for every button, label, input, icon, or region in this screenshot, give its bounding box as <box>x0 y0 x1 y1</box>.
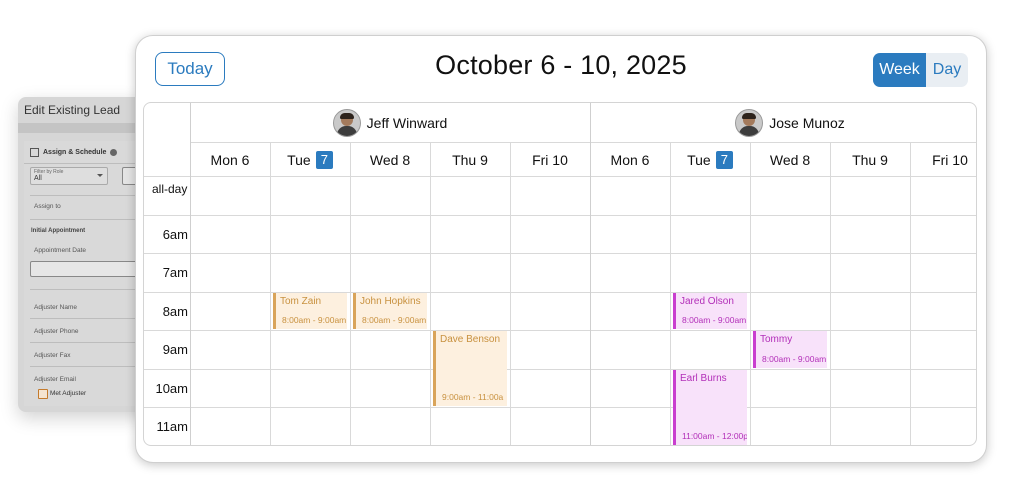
day-of-week: Tue <box>287 152 311 168</box>
resource-header: Jeff Winward <box>190 103 590 142</box>
calendar-icon <box>30 147 39 157</box>
hour-row-divider <box>144 407 976 408</box>
today-button[interactable]: Today <box>155 52 225 86</box>
day-column-divider <box>430 142 431 445</box>
day-header[interactable]: Fri 10 <box>510 143 590 177</box>
event-time: 8:00am - 9:00am <box>282 315 347 325</box>
day-of-week: Thu 9 <box>452 152 488 168</box>
calendar-event[interactable]: Tom Zain 8:00am - 9:00am <box>273 292 347 329</box>
avatar <box>735 108 764 137</box>
day-header[interactable]: Wed 8 <box>750 143 830 177</box>
time-label: 11am <box>156 419 188 434</box>
day-column-divider <box>830 142 831 445</box>
view-toggle: Week Day <box>873 53 968 87</box>
time-label: 8am <box>162 303 188 319</box>
day-of-week: Fri 10 <box>532 152 568 168</box>
assign-to-label: Assign to <box>34 203 61 210</box>
time-label: 7am <box>162 265 188 280</box>
event-time: 8:00am - 9:00am <box>362 315 427 325</box>
day-header[interactable]: Tue 7 <box>270 143 350 177</box>
day-header[interactable]: Thu 9 <box>430 143 510 177</box>
day-of-week: Wed 8 <box>769 152 811 168</box>
day-column-divider <box>910 142 911 445</box>
edit-lead-title: Edit Existing Lead <box>24 103 121 117</box>
day-column-divider <box>750 142 751 445</box>
adjuster-fax-label: Adjuster Fax <box>34 352 71 359</box>
assign-schedule-title: Assign & Schedule <box>43 148 107 156</box>
day-of-week: Wed 8 <box>369 152 411 168</box>
hour-row-divider <box>144 214 976 216</box>
week-view-button[interactable]: Week <box>873 53 926 87</box>
day-of-week: Thu 9 <box>852 152 888 168</box>
calendar-event[interactable]: Earl Burns 11:00am - 12:00p <box>673 369 747 445</box>
hour-row-divider <box>144 368 976 370</box>
calendar-event[interactable]: Dave Benson 9:00am - 11:00a <box>433 331 507 406</box>
day-of-week: Tue <box>687 152 711 168</box>
calendar-event[interactable]: Tommy 8:00am - 9:00am <box>753 331 827 368</box>
initial-appointment-label: Initial Appointment <box>31 228 86 234</box>
adjuster-name-label: Adjuster Name <box>34 304 77 311</box>
day-column-divider <box>670 142 671 445</box>
hour-row-divider <box>144 330 976 331</box>
adjuster-email-label: Adjuster Email <box>34 376 76 383</box>
day-header[interactable]: Thu 9 <box>830 143 910 177</box>
event-title: Jared Olson <box>680 295 734 307</box>
event-title: Tom Zain <box>280 295 322 307</box>
event-time: 9:00am - 11:00a <box>442 392 504 402</box>
day-header[interactable]: Tue 7 <box>670 143 750 177</box>
day-column-divider <box>350 142 351 445</box>
chevron-down-icon <box>97 174 103 177</box>
day-header[interactable]: Fri 10 <box>910 143 976 177</box>
event-title: Earl Burns <box>680 372 727 384</box>
avatar <box>332 108 361 137</box>
time-label: 10am <box>155 380 188 396</box>
event-time: 8:00am - 9:00am <box>762 353 827 364</box>
adjuster-phone-label: Adjuster Phone <box>34 328 79 335</box>
filter-by-role-select[interactable]: Filter by Role All <box>30 167 108 185</box>
date-range-title: October 6 - 10, 2025 <box>435 50 687 80</box>
event-title: John Hopkins <box>360 295 421 307</box>
day-of-week: Mon 6 <box>610 152 650 168</box>
calendar-card: Today October 6 - 10, 2025 Week Day Jeff… <box>135 35 987 463</box>
day-column-divider <box>510 142 511 445</box>
time-label: 9am <box>162 342 188 357</box>
appointment-date-label: Appointment Date <box>34 247 87 254</box>
day-of-week: Fri 10 <box>932 152 968 168</box>
resource-name: Jose Munoz <box>769 114 845 131</box>
help-icon[interactable] <box>110 148 118 156</box>
event-title: Tommy <box>760 334 793 345</box>
day-view-button[interactable]: Day <box>926 53 968 87</box>
calendar-event[interactable]: Jared Olson 8:00am - 9:00am <box>673 292 747 329</box>
day-header[interactable]: Mon 6 <box>590 143 670 177</box>
met-adjuster-checkbox[interactable] <box>38 389 48 399</box>
event-time: 11:00am - 12:00p <box>682 430 747 441</box>
calendar-event[interactable]: John Hopkins 8:00am - 9:00am <box>353 292 427 329</box>
today-date-badge: 7 <box>715 151 733 169</box>
hour-row-divider <box>144 291 976 293</box>
event-time: 8:00am - 9:00am <box>682 315 747 325</box>
day-header[interactable]: Mon 6 <box>190 143 270 177</box>
day-column-divider <box>270 142 271 445</box>
filter-value: All <box>34 175 42 182</box>
met-adjuster-label: Met Adjuster <box>50 390 87 397</box>
day-header[interactable]: Wed 8 <box>350 143 430 177</box>
resource-header: Jose Munoz <box>590 103 976 142</box>
calendar-grid: Jeff Winward Mon 6 Tue 7 Wed 8 Thu 9 Fri 10 Jos… <box>143 102 977 446</box>
today-date-badge: 7 <box>315 151 333 169</box>
day-of-week: Mon 6 <box>210 152 250 168</box>
event-title: Dave Benson <box>440 334 501 345</box>
time-label: 6am <box>162 226 188 242</box>
hour-row-divider <box>144 253 976 254</box>
all-day-label: all-day <box>152 182 188 196</box>
resource-name: Jeff Winward <box>366 114 448 131</box>
